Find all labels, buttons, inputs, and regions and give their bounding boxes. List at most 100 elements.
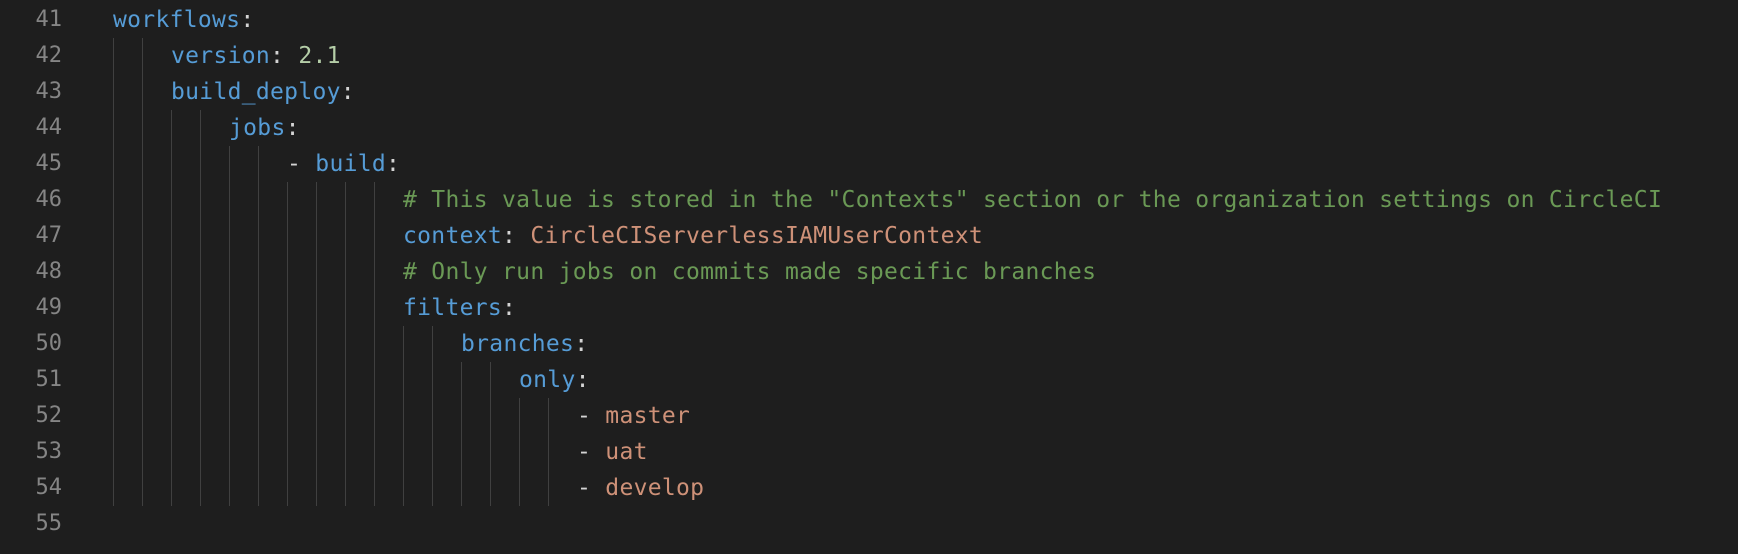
code-line[interactable]: 52 - master (0, 398, 1738, 434)
indent-guide (345, 290, 346, 326)
code-content: filters: (403, 290, 516, 326)
indent-guide (171, 398, 172, 434)
indent-guide (345, 218, 346, 254)
token-punc: : (574, 331, 589, 357)
indent-guide (200, 326, 201, 362)
indent-guide (316, 362, 317, 398)
indent-guide (490, 362, 491, 398)
indent-guide (258, 218, 259, 254)
code-content: branches: (461, 326, 588, 362)
token-num: 2.1 (298, 43, 341, 69)
code-line[interactable]: 48 # Only run jobs on commits made specif… (0, 254, 1738, 290)
code-line[interactable]: 49 filters: (0, 290, 1738, 326)
indent-guide (374, 326, 375, 362)
code-line[interactable]: 43 build_deploy: (0, 74, 1738, 110)
token-punc: - (577, 403, 606, 429)
indent-guide (403, 398, 404, 434)
indent-guide (316, 182, 317, 218)
line-number: 45 (35, 151, 63, 176)
indent-guide (345, 398, 346, 434)
indent-guide (200, 362, 201, 398)
indent-guide (345, 470, 346, 506)
indent-guide (403, 362, 404, 398)
indent-guide (287, 254, 288, 290)
indent-guide (113, 398, 114, 434)
indent-guide (548, 398, 549, 434)
code-content: - uat (577, 434, 648, 470)
indent-guide (142, 326, 143, 362)
code-editor[interactable]: 41 workflows: 42 version: 2.1 43 build_deploy… (0, 0, 1738, 554)
indent-guide (316, 434, 317, 470)
indent-guide (142, 74, 143, 110)
code-line[interactable]: 41 workflows: (0, 2, 1738, 38)
code-line[interactable]: 47 context: CircleCIServerlessIAMUserCont… (0, 218, 1738, 254)
indent-guide (142, 398, 143, 434)
indent-guide (519, 398, 520, 434)
indent-guide (461, 398, 462, 434)
code-line[interactable]: 42 version: 2.1 (0, 38, 1738, 74)
token-punc: : (502, 295, 517, 321)
indent-guide (229, 146, 230, 182)
indent-guide (374, 182, 375, 218)
indent-guide (374, 362, 375, 398)
code-line[interactable]: 51 only: (0, 362, 1738, 398)
token-punc: : (285, 115, 300, 141)
token-punc: : (340, 79, 355, 105)
indent-guide (316, 470, 317, 506)
indent-guide (171, 218, 172, 254)
code-line[interactable]: 50 branches: (0, 326, 1738, 362)
code-content: # Only run jobs on commits made specific… (403, 254, 1096, 290)
token-str: develop (605, 475, 705, 501)
indent-guide (287, 290, 288, 326)
token-str: uat (605, 439, 648, 465)
code-line[interactable]: 54 - develop (0, 470, 1738, 506)
indent-guide (258, 434, 259, 470)
indent-guide (287, 398, 288, 434)
token-punc: - (577, 439, 606, 465)
token-punc: : (575, 367, 590, 393)
token-key: only (519, 367, 576, 393)
indent-guide (287, 434, 288, 470)
indent-guide (229, 254, 230, 290)
indent-guide (403, 434, 404, 470)
code-content: context: CircleCIServerlessIAMUserContex… (403, 218, 983, 254)
indent-guide (113, 218, 114, 254)
indent-guide (374, 254, 375, 290)
indent-guide (345, 254, 346, 290)
code-content: workflows: (113, 2, 254, 38)
indent-guide (345, 362, 346, 398)
code-content: # This value is stored in the "Contexts"… (403, 182, 1662, 218)
indent-guide (316, 254, 317, 290)
indent-guide (113, 434, 114, 470)
indent-guide (432, 326, 433, 362)
indent-guide (229, 182, 230, 218)
indent-guide (171, 470, 172, 506)
indent-guide (113, 290, 114, 326)
token-key: build (315, 151, 387, 177)
token-punc: - (577, 475, 606, 501)
code-line[interactable]: 44 jobs: (0, 110, 1738, 146)
indent-guide (229, 362, 230, 398)
indent-guide (142, 290, 143, 326)
indent-guide (374, 434, 375, 470)
code-line[interactable]: 55 (0, 506, 1738, 542)
token-key: build_deploy (171, 79, 341, 105)
indent-guide (200, 398, 201, 434)
token-key: workflows (113, 7, 241, 33)
indent-guide (258, 470, 259, 506)
indent-guide (316, 398, 317, 434)
line-number: 49 (35, 295, 63, 320)
code-content: - master (577, 398, 690, 434)
code-line[interactable]: 45 - build: (0, 146, 1738, 182)
indent-guide (258, 326, 259, 362)
code-line[interactable]: 53 - uat (0, 434, 1738, 470)
indent-guide (432, 434, 433, 470)
indent-guide (258, 362, 259, 398)
code-line[interactable]: 46 # This value is stored in the "Context… (0, 182, 1738, 218)
indent-guide (345, 182, 346, 218)
indent-guide (287, 218, 288, 254)
indent-guide (113, 74, 114, 110)
indent-guide (171, 434, 172, 470)
indent-guide (229, 218, 230, 254)
indent-guide (258, 146, 259, 182)
